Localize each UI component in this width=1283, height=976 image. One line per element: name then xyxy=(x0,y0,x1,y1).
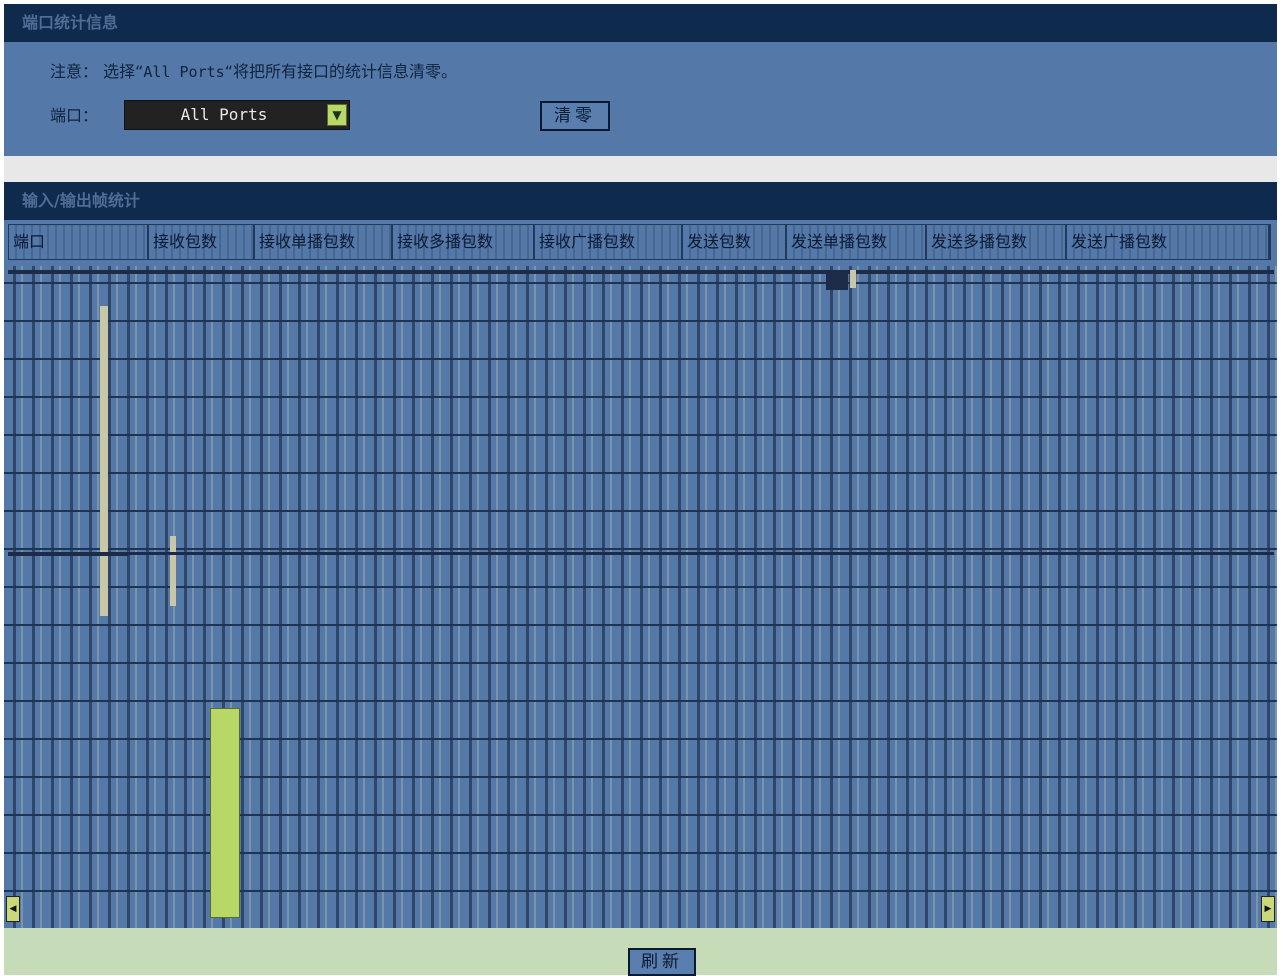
footer: 刷新 xyxy=(4,928,1277,976)
col-header-tx-multicast: 发送多播包数 xyxy=(927,225,1067,259)
io-stats-panel: 端口 接收包数 接收单播包数 接收多播包数 接收广播包数 发送包数 发送单播包数… xyxy=(4,220,1277,928)
scrollbar-thumb[interactable] xyxy=(210,708,240,918)
render-artifact xyxy=(8,552,128,556)
col-header-rx-broadcast: 接收广播包数 xyxy=(535,225,683,259)
note-text-code: All Ports xyxy=(143,63,225,81)
render-artifact xyxy=(8,270,1274,274)
port-stats-panel: 注意： 选择“All Ports“将把所有接口的统计信息清零。 端口： All … xyxy=(4,42,1277,156)
stats-table-header: 端口 接收包数 接收单播包数 接收多播包数 接收广播包数 发送包数 发送单播包数… xyxy=(8,224,1271,260)
render-artifact xyxy=(850,270,856,288)
col-header-rx-multicast: 接收多播包数 xyxy=(393,225,535,259)
render-artifact xyxy=(100,306,108,616)
port-select[interactable]: All Ports ▼ xyxy=(124,100,350,130)
col-header-tx-unicast: 发送单播包数 xyxy=(787,225,927,259)
col-header-rx-unicast: 接收单播包数 xyxy=(255,225,393,259)
refresh-button[interactable]: 刷新 xyxy=(628,948,696,976)
stats-table-body-garbled xyxy=(4,266,1277,928)
col-header-tx-broadcast: 发送广播包数 xyxy=(1067,225,1270,259)
section-divider xyxy=(4,156,1277,182)
io-stats-title: 输入/输出帧统计 xyxy=(22,191,140,210)
col-header-tx-packets: 发送包数 xyxy=(683,225,787,259)
render-artifact xyxy=(124,552,1274,555)
note-label: 注意： xyxy=(50,62,99,81)
render-artifact xyxy=(170,536,176,606)
port-label: 端口： xyxy=(50,106,99,125)
port-stats-title: 端口统计信息 xyxy=(22,13,119,32)
clear-note: 注意： 选择“All Ports“将把所有接口的统计信息清零。 xyxy=(50,58,457,82)
chevron-down-icon[interactable]: ▼ xyxy=(327,104,347,126)
port-select-value: All Ports xyxy=(180,105,268,124)
scroll-right-icon[interactable]: ▶ xyxy=(1261,896,1275,922)
clear-button[interactable]: 清零 xyxy=(540,101,610,131)
render-artifact xyxy=(826,274,848,290)
scroll-left-icon[interactable]: ◀ xyxy=(6,896,20,922)
port-stats-header: 端口统计信息 xyxy=(4,4,1277,42)
io-stats-header: 输入/输出帧统计 xyxy=(4,182,1277,220)
note-text-post: “将把所有接口的统计信息清零。 xyxy=(224,62,457,81)
note-text-pre: 选择“ xyxy=(103,62,144,81)
col-header-port: 端口 xyxy=(9,225,149,259)
col-header-rx-packets: 接收包数 xyxy=(149,225,255,259)
